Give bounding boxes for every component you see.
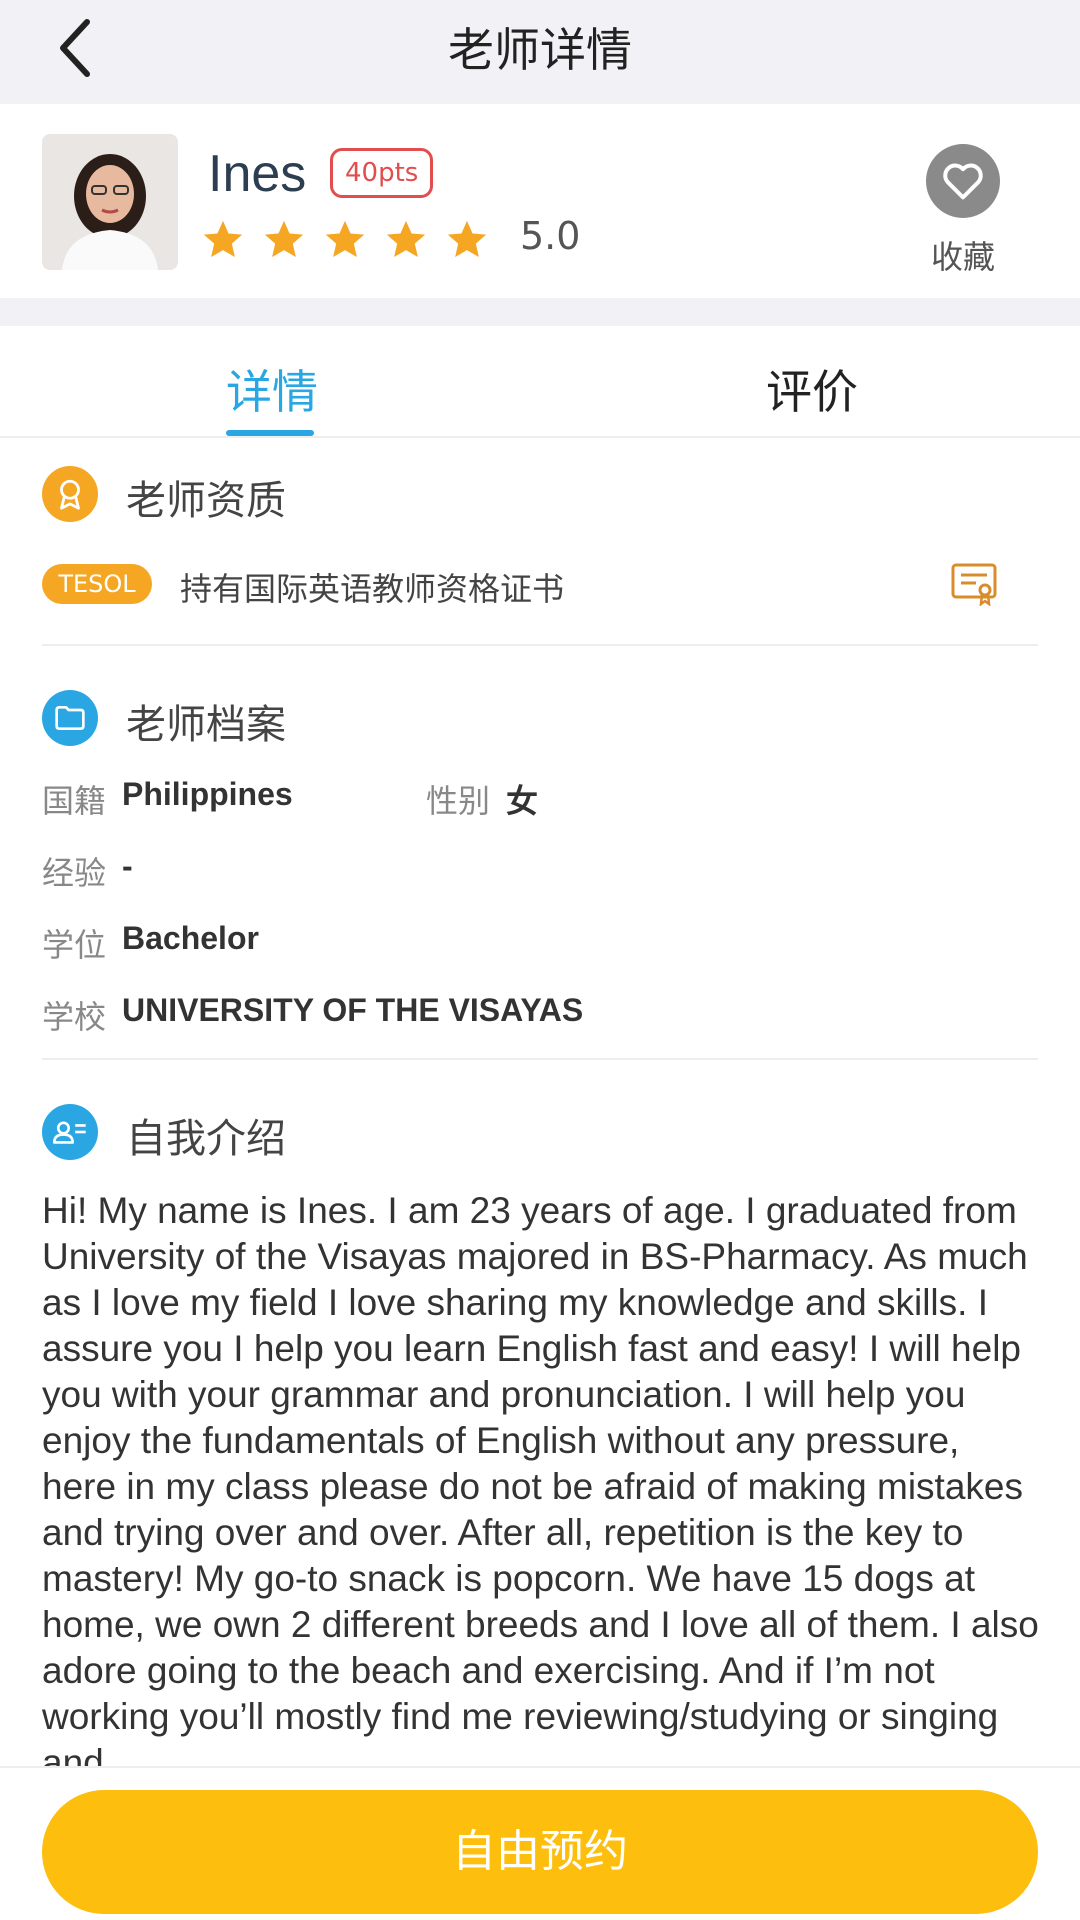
tab-bar: 详情 评价 — [0, 326, 1080, 438]
star-icon — [447, 220, 487, 258]
points-badge: 40pts — [330, 148, 434, 198]
nationality-value: Philippines — [122, 776, 293, 812]
qualification-title: 老师资质 — [126, 478, 286, 524]
certificate-text: 持有国际英语教师资格证书 — [180, 570, 565, 608]
star-icon — [203, 220, 243, 258]
section-gap — [0, 298, 1080, 326]
profile-card-icon — [42, 1104, 98, 1160]
active-tab-indicator — [226, 430, 314, 436]
profile-title: 老师档案 — [126, 702, 286, 748]
tab-details[interactable]: 详情 — [226, 356, 318, 422]
gender-label: 性别 — [426, 782, 491, 820]
favorite-button[interactable] — [926, 144, 1000, 218]
divider — [42, 644, 1038, 646]
intro-title: 自我介绍 — [126, 1116, 286, 1162]
teacher-profile-card: Ines 40pts 5.0 收藏 — [0, 104, 1080, 298]
experience-value: - — [122, 848, 133, 884]
divider — [42, 1058, 1038, 1060]
tab-reviews[interactable]: 评价 — [766, 356, 858, 422]
star-icon — [264, 220, 304, 258]
certificate-icon[interactable] — [950, 562, 998, 606]
favorite-label[interactable]: 收藏 — [900, 232, 1026, 278]
award-icon — [42, 466, 98, 522]
school-label: 学校 — [42, 998, 107, 1036]
star-icon — [386, 220, 426, 258]
nationality-label: 国籍 — [42, 782, 107, 820]
star-icon — [325, 220, 365, 258]
book-button[interactable]: 自由预约 — [42, 1790, 1038, 1914]
degree-value: Bachelor — [122, 920, 259, 956]
bottom-bar: 自由预约 — [0, 1766, 1080, 1920]
degree-label: 学位 — [42, 926, 107, 964]
avatar[interactable] — [42, 134, 178, 270]
top-bar: 老师详情 — [0, 0, 1080, 104]
rating-value: 5.0 — [520, 214, 581, 258]
school-value: UNIVERSITY OF THE VISAYAS — [122, 992, 584, 1028]
folder-icon — [42, 690, 98, 746]
heart-icon — [943, 163, 983, 200]
rating-stars — [200, 212, 505, 268]
page-title: 老师详情 — [448, 23, 632, 77]
tesol-badge: TESOL — [42, 564, 152, 604]
teacher-name: Ines — [208, 145, 307, 203]
intro-text: Hi! My name is Ines. I am 23 years of ag… — [42, 1190, 1039, 1766]
experience-label: 经验 — [42, 854, 107, 892]
gender-value: 女 — [506, 783, 539, 819]
